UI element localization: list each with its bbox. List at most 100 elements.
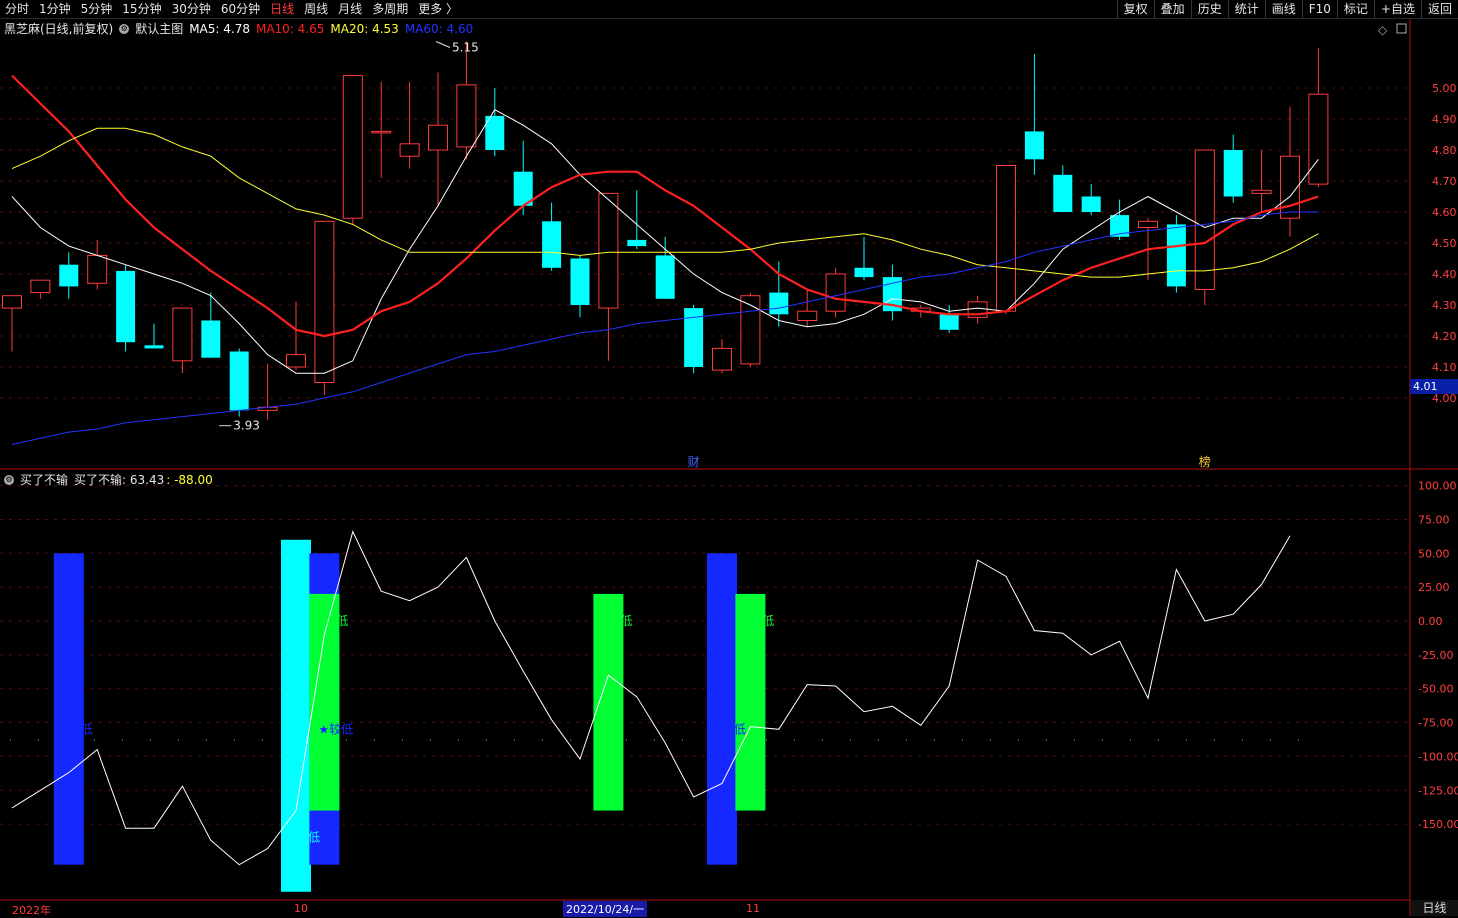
tool-button[interactable]: +自选 — [1373, 0, 1421, 18]
price-tick-label: 4.80 — [1432, 144, 1457, 157]
indicator-line — [11, 530, 1291, 866]
indicator-name[interactable]: 买了不输 — [20, 471, 68, 488]
signal-label: 较低 — [69, 721, 93, 736]
period-tab[interactable]: 60分钟 — [216, 0, 265, 18]
tool-button[interactable]: 叠加 — [1153, 0, 1191, 18]
candle-body — [1308, 93, 1329, 185]
candle-body — [1081, 196, 1101, 212]
signal-label: 较低 — [722, 721, 746, 736]
indicator-value: 买了不输: 63.43 — [74, 473, 165, 487]
signal-label: 消低 — [324, 614, 348, 628]
candle-body — [229, 351, 249, 411]
diamond-icon: ◇ — [1378, 23, 1388, 37]
signal-label: 消低 — [608, 614, 632, 628]
indicator-tick-label: -75.00 — [1418, 717, 1453, 730]
ma20-value: MA20: 4.53 — [330, 21, 399, 36]
template-name[interactable]: 默认主图 — [135, 20, 183, 37]
period-tab[interactable]: 多周期 — [367, 0, 413, 18]
price-tick-label: 4.90 — [1432, 113, 1457, 126]
indicator-tick-label: -25.00 — [1418, 649, 1453, 662]
price-tick-label: 4.60 — [1432, 206, 1457, 219]
candle-body — [59, 264, 79, 287]
price-tick-label: 4.10 — [1432, 361, 1457, 374]
last-price-tag: 4.01 — [1410, 379, 1458, 394]
candle-body — [825, 273, 846, 312]
candle-body — [854, 267, 874, 278]
tool-button[interactable]: 标记 — [1336, 0, 1374, 18]
period-tab[interactable]: 分时 — [0, 0, 34, 18]
event-marker: 榜 — [1199, 454, 1211, 469]
indicator-settings-icon[interactable]: ⚙ — [4, 474, 14, 485]
candle-body — [314, 220, 335, 383]
tool-button[interactable]: 画线 — [1264, 0, 1302, 18]
candle-body — [740, 295, 761, 365]
candle-body — [1251, 189, 1272, 194]
chart-canvas[interactable]: 5.00 4.90 4.80 4.70 4.60 4.50 4.40 4.30 4.20 4.10… — [0, 0, 1458, 916]
cursor-date-label: 2022/10/24/一 — [563, 901, 648, 917]
period-toolbar: 分时 1分钟 5分钟 15分钟 30分钟 60分钟 日线 周线 月线 多周期 更多 〉 复权 叠加 历史… — [0, 0, 1458, 19]
candle-body — [655, 255, 675, 299]
candle-body — [598, 192, 619, 309]
price-tick-label: 4.40 — [1432, 268, 1457, 281]
candle-body — [1166, 224, 1186, 287]
stock-title: 黑芝麻(日线,前复权) — [4, 22, 114, 36]
candle-body — [30, 279, 51, 294]
signal-label: ★较低 — [318, 721, 353, 736]
price-tick-label: 4.30 — [1432, 299, 1457, 312]
candle-body — [371, 130, 392, 134]
candle-body — [2, 295, 22, 309]
signal-bar — [53, 553, 84, 865]
main-chart-legend: 黑芝麻(日线,前复权) ⚙ 默认主图 MA5: 4.78 MA10: 4.65 … — [4, 20, 473, 37]
tool-buttons: 复权 叠加 历史 统计 画线 F10 标记 +自选 返回 — [1116, 0, 1458, 18]
period-tab[interactable]: 日线 — [265, 0, 299, 18]
period-tab[interactable]: 5分钟 — [76, 0, 118, 18]
candle-body — [627, 239, 647, 247]
signal-label: 消低 — [750, 614, 774, 628]
price-tick-label: 4.20 — [1432, 330, 1457, 343]
candle-body — [1024, 131, 1044, 160]
period-tab[interactable]: 周线 — [299, 0, 333, 18]
high-price-label: 5.15 — [452, 41, 479, 55]
indicator-tick-label: 75.00 — [1418, 513, 1450, 526]
candle-body — [1053, 174, 1073, 212]
indicator-tick-label: -150.00 — [1418, 818, 1458, 831]
candle-body — [769, 292, 789, 315]
period-tab[interactable]: 月线 — [333, 0, 367, 18]
tool-button[interactable]: 复权 — [1116, 0, 1154, 18]
candle-body — [342, 75, 363, 219]
ma10-value: MA10: 4.65 — [255, 21, 325, 36]
candle-body — [144, 345, 164, 349]
indicator-tick-label: 0.00 — [1418, 615, 1443, 628]
candle-body — [201, 320, 221, 358]
tool-button[interactable]: 返回 — [1420, 0, 1458, 18]
settings-circle-icon[interactable]: ⚙ — [119, 23, 130, 34]
candle-body — [286, 354, 306, 368]
indicator-tick-label: -100.00 — [1418, 750, 1458, 763]
indicator-legend: ⚙ 买了不输 买了不输: 63.43 : -88.00 — [4, 471, 213, 488]
tool-button[interactable]: F10 — [1301, 0, 1337, 18]
indicator-tick-label: -50.00 — [1418, 683, 1453, 696]
event-marker: 财 — [688, 455, 700, 469]
candle-body — [456, 84, 477, 148]
period-indicator[interactable]: 日线 — [1411, 900, 1458, 916]
candle-body — [172, 307, 193, 362]
candle-body — [712, 347, 732, 371]
indicator-extra: : -88.00 — [166, 472, 213, 487]
candle-body — [542, 221, 562, 268]
period-tab[interactable]: 更多 〉 — [413, 0, 463, 18]
indicator-tick-label: 25.00 — [1418, 581, 1450, 594]
signal-label: 极低 — [296, 831, 320, 845]
candle-body — [1138, 220, 1158, 229]
month-label-10: 10 — [294, 902, 308, 915]
period-tab[interactable]: 15分钟 — [117, 0, 166, 18]
tool-button[interactable]: 统计 — [1227, 0, 1265, 18]
period-tabs: 分时 1分钟 5分钟 15分钟 30分钟 60分钟 日线 周线 月线 多周期 更多 〉 — [0, 0, 463, 18]
square-icon — [1396, 23, 1407, 34]
candle-body — [939, 314, 959, 330]
ma60-value: MA60: 4.60 — [404, 21, 474, 36]
period-tab[interactable]: 30分钟 — [167, 0, 216, 18]
high-pointer — [435, 41, 451, 48]
tool-button[interactable]: 历史 — [1190, 0, 1228, 18]
period-tab[interactable]: 1分钟 — [34, 0, 76, 18]
candle-body — [570, 258, 590, 305]
